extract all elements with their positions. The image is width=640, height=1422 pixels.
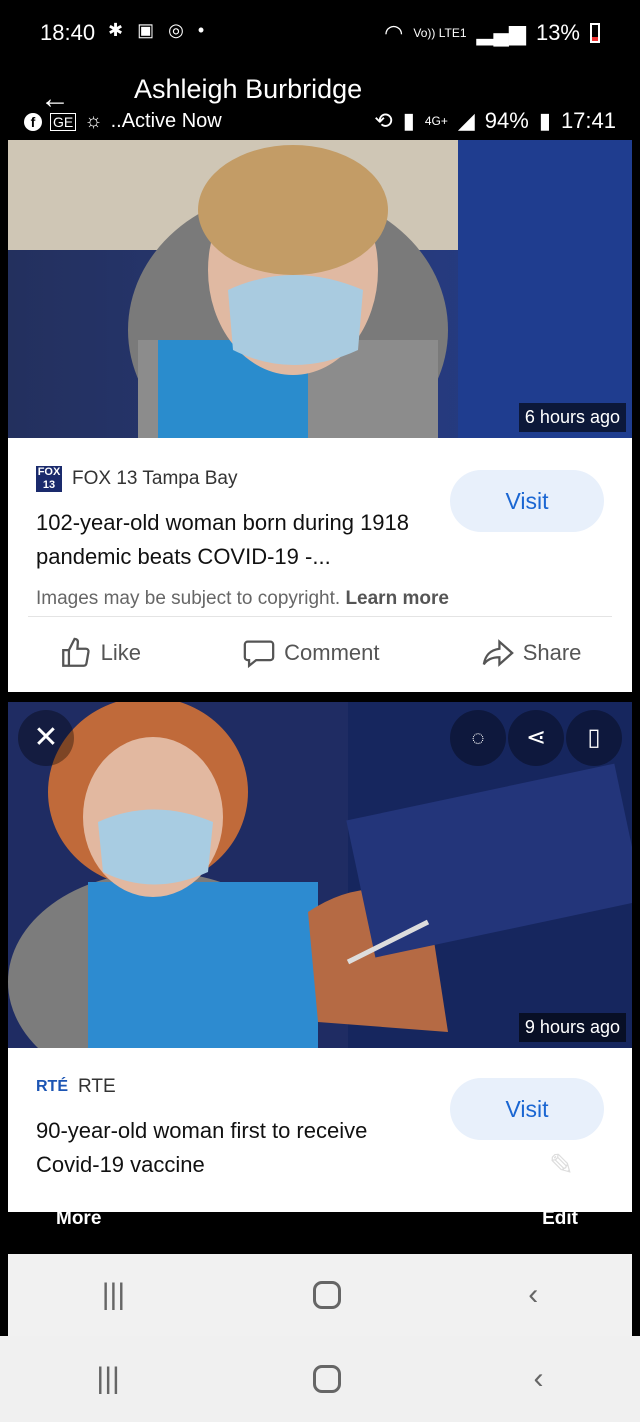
comment-label: Comment [284, 640, 380, 665]
back-icon[interactable]: ‹ [528, 1278, 538, 1312]
bookmark-icon[interactable]: ▯ [566, 710, 622, 766]
inner-navigation-bar: ||| ‹ [8, 1254, 632, 1336]
facebook-icon: f [24, 112, 42, 131]
active-status: ..Active Now [110, 110, 222, 132]
close-icon[interactable]: ✕ [18, 710, 74, 766]
sync-icon: ⟲ [374, 108, 393, 133]
status-bar: 18:40 ✱ ▣ ◎ • ◠ Vo)) LTE1 ▂▄▆ 13% [0, 0, 640, 62]
home-icon[interactable] [312, 1281, 341, 1309]
learn-more-link[interactable]: Learn more [345, 588, 448, 609]
more-button[interactable]: More [56, 1208, 101, 1230]
battery-percent: 13% [535, 20, 580, 45]
news-source[interactable]: FOX 13 FOX 13 Tampa Bay [36, 466, 237, 492]
time-ago: 9 hours ago [518, 1013, 626, 1042]
action-row: Like Comment Share [8, 636, 632, 670]
bug-icon: ✱ [108, 20, 124, 40]
chat-header: ← Ashleigh Burbridge f GE ☼ ..Active Now… [0, 62, 640, 140]
edit-pencil-icon[interactable]: ✎ [549, 1148, 574, 1183]
edit-button[interactable]: Edit [542, 1208, 578, 1230]
recents-icon[interactable]: ||| [96, 1362, 119, 1396]
share-arrow-icon [482, 639, 514, 667]
gallery-icon: GE [50, 112, 77, 131]
thumbs-up-icon [61, 637, 90, 667]
comment-button[interactable]: Comment [242, 636, 380, 670]
recents-icon[interactable]: ||| [102, 1278, 125, 1312]
photo-illustration [8, 140, 632, 438]
news-card: 6 hours ago FOX 13 FOX 13 Tampa Bay 102-… [8, 140, 632, 692]
news-headline[interactable]: 90-year-old woman first to receive Covid… [36, 1114, 436, 1182]
share-icon[interactable]: ⋖ [508, 710, 564, 766]
rte-logo: RTÉ [36, 1078, 68, 1095]
lens-icon[interactable]: ◌ [450, 710, 506, 766]
share-button[interactable]: Share [481, 636, 582, 670]
inner-status-bar: ⟲ ▮ 4G+ ◢ 94% ▮ 17:41 [374, 108, 616, 134]
time-ago: 6 hours ago [518, 403, 626, 432]
like-label: Like [100, 640, 141, 665]
status-right: ◠ Vo)) LTE1 ▂▄▆ 13% [384, 20, 600, 46]
inner-time: 17:41 [560, 108, 616, 133]
screen: 18:40 ✱ ▣ ◎ • ◠ Vo)) LTE1 ▂▄▆ 13% ← Ashl… [0, 0, 640, 1422]
signal-icon: ▂▄▆ [476, 20, 526, 45]
signal-label: Vo)) LTE1 [413, 26, 467, 40]
fox13-logo: FOX 13 [36, 466, 62, 492]
alarm-icon: ◎ [168, 20, 184, 40]
battery-icon [590, 23, 600, 43]
status-time: 18:40 [40, 20, 96, 45]
visit-button[interactable]: Visit [450, 470, 604, 532]
news-photo[interactable]: ✕ ◌ ⋖ ▯ 9 hours ago [8, 702, 632, 1048]
source-name: FOX 13 Tampa Bay [72, 468, 238, 489]
news-photo[interactable]: 6 hours ago [8, 140, 632, 438]
contact-name[interactable]: Ashleigh Burbridge [134, 74, 362, 105]
divider [28, 616, 612, 617]
news-headline[interactable]: 102-year-old woman born during 1918 pand… [36, 506, 436, 574]
like-button[interactable]: Like [59, 636, 141, 670]
source-name: RTE [78, 1076, 116, 1097]
copyright-text: Images may be subject to copyright. [36, 588, 341, 609]
back-icon[interactable]: ‹ [534, 1362, 544, 1396]
share-label: Share [522, 640, 582, 665]
sim-icon: ▮ [402, 108, 415, 133]
copyright-notice: Images may be subject to copyright. Lear… [36, 588, 449, 610]
inner-battery-icon: ▮ [538, 108, 551, 133]
editor-toolbar: More Edit [0, 1204, 640, 1254]
wifi-icon: ◠ [384, 20, 404, 45]
chat-subline: f GE ☼ ..Active Now [24, 110, 222, 133]
visit-button[interactable]: Visit [450, 1078, 604, 1140]
navigation-bar: ||| ‹ [0, 1336, 640, 1422]
weather-icon: ☼ [84, 110, 103, 132]
home-icon[interactable] [312, 1365, 341, 1393]
inner-signal-icon: ◢ [457, 108, 475, 133]
image-icon: ▣ [137, 20, 155, 40]
news-card: ✕ ◌ ⋖ ▯ 9 hours ago RTÉ RTE 90-year-old … [8, 702, 632, 1212]
inner-battery: 94% [484, 108, 529, 133]
network-label: 4G+ [424, 114, 448, 128]
notification-icons: ✱ ▣ ◎ • [108, 20, 204, 41]
news-source[interactable]: RTÉ RTE [36, 1076, 116, 1098]
dot-icon: • [197, 20, 205, 40]
comment-icon [243, 640, 275, 669]
